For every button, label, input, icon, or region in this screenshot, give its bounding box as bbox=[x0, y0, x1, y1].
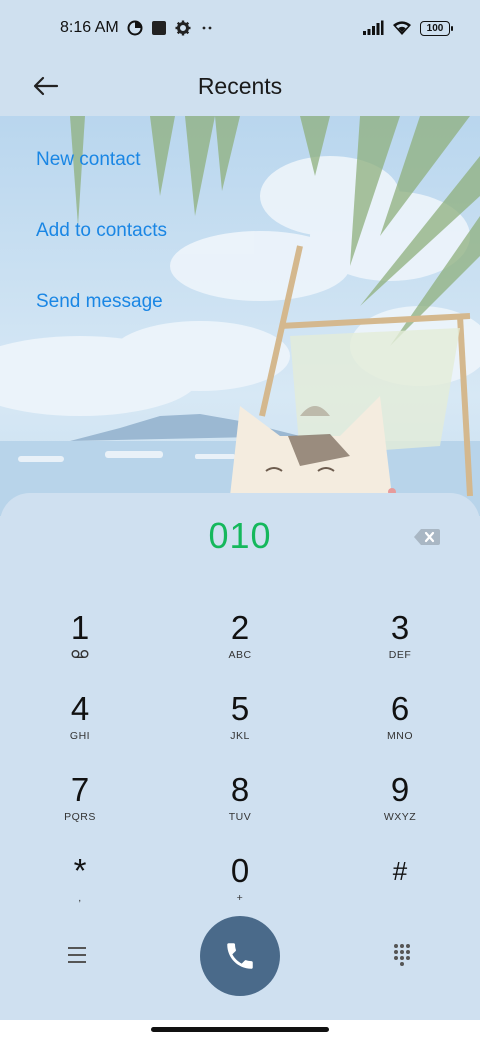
key-digit: * bbox=[73, 852, 87, 889]
menu-icon bbox=[68, 954, 86, 956]
key-digit: 5 bbox=[230, 690, 250, 727]
header: Recents bbox=[0, 56, 480, 116]
send-message-link[interactable]: Send message bbox=[36, 291, 163, 313]
key-7[interactable]: 7 PQRS bbox=[20, 771, 140, 843]
dialer-bottom-bar bbox=[0, 916, 480, 996]
call-button[interactable] bbox=[200, 916, 280, 996]
voicemail-icon bbox=[20, 649, 140, 662]
key-digit: 3 bbox=[390, 609, 410, 646]
key-letters: + bbox=[236, 892, 244, 904]
key-digit: 2 bbox=[230, 609, 250, 646]
key-star[interactable]: * , bbox=[20, 852, 140, 924]
phone-icon bbox=[227, 943, 253, 969]
battery-icon: 100 bbox=[420, 20, 453, 36]
backspace-icon bbox=[414, 529, 440, 545]
key-letters: JKL bbox=[230, 730, 250, 742]
add-to-contacts-link[interactable]: Add to contacts bbox=[36, 220, 167, 242]
status-time: 8:16 AM bbox=[60, 19, 119, 36]
key-letters: , bbox=[78, 892, 82, 904]
data-saver-icon bbox=[127, 20, 143, 36]
dialed-number: 010 bbox=[208, 515, 272, 556]
settings-gear-icon bbox=[175, 20, 191, 36]
key-digit: 6 bbox=[390, 690, 410, 727]
key-digit: 9 bbox=[390, 771, 410, 808]
key-letters: WXYZ bbox=[383, 811, 417, 823]
key-digit: 0 bbox=[230, 852, 250, 889]
key-letters: DEF bbox=[388, 649, 412, 661]
dialpad-icon bbox=[394, 944, 410, 966]
arrow-left-icon bbox=[33, 76, 59, 96]
key-9[interactable]: 9 WXYZ bbox=[340, 771, 460, 843]
key-letters: GHI bbox=[69, 730, 91, 742]
key-letters: TUV bbox=[228, 811, 252, 823]
menu-icon bbox=[68, 961, 86, 963]
key-1[interactable]: 1 bbox=[20, 609, 140, 681]
battery-level: 100 bbox=[426, 22, 444, 34]
dialer-panel: 010 1 2 ABC 3 DEF 4 GHI 5 JKL 6 MNO 7 PQ… bbox=[0, 493, 480, 1020]
menu-button[interactable] bbox=[62, 942, 92, 968]
more-dots-icon bbox=[199, 20, 215, 36]
key-digit: 4 bbox=[70, 690, 90, 727]
home-gesture-bar[interactable] bbox=[151, 1027, 329, 1032]
key-8[interactable]: 8 TUV bbox=[180, 771, 300, 843]
key-hash[interactable]: # bbox=[340, 852, 460, 924]
key-letters: PQRS bbox=[64, 811, 96, 823]
page-title: Recents bbox=[197, 72, 283, 99]
menu-icon bbox=[68, 947, 86, 949]
back-button[interactable] bbox=[28, 68, 64, 104]
dialpad-toggle-button[interactable] bbox=[388, 940, 416, 968]
key-digit: 7 bbox=[70, 771, 90, 808]
key-0[interactable]: 0 + bbox=[180, 852, 300, 924]
key-5[interactable]: 5 JKL bbox=[180, 690, 300, 762]
navigation-bar bbox=[0, 1020, 480, 1040]
new-contact-link[interactable]: New contact bbox=[36, 149, 141, 171]
key-digit: # bbox=[392, 856, 408, 886]
key-digit: 1 bbox=[70, 609, 90, 646]
wallpaper-scene bbox=[0, 116, 480, 516]
key-letters: ABC bbox=[228, 649, 252, 661]
key-4[interactable]: 4 GHI bbox=[20, 690, 140, 762]
status-bar: 8:16 AM 100 bbox=[0, 0, 480, 56]
backspace-button[interactable] bbox=[413, 527, 441, 547]
signal-icon bbox=[362, 20, 384, 36]
square-notification-icon bbox=[151, 20, 167, 36]
key-6[interactable]: 6 MNO bbox=[340, 690, 460, 762]
key-2[interactable]: 2 ABC bbox=[180, 609, 300, 681]
key-3[interactable]: 3 DEF bbox=[340, 609, 460, 681]
wifi-icon bbox=[392, 20, 412, 36]
key-digit: 8 bbox=[230, 771, 250, 808]
key-letters: MNO bbox=[387, 730, 413, 742]
